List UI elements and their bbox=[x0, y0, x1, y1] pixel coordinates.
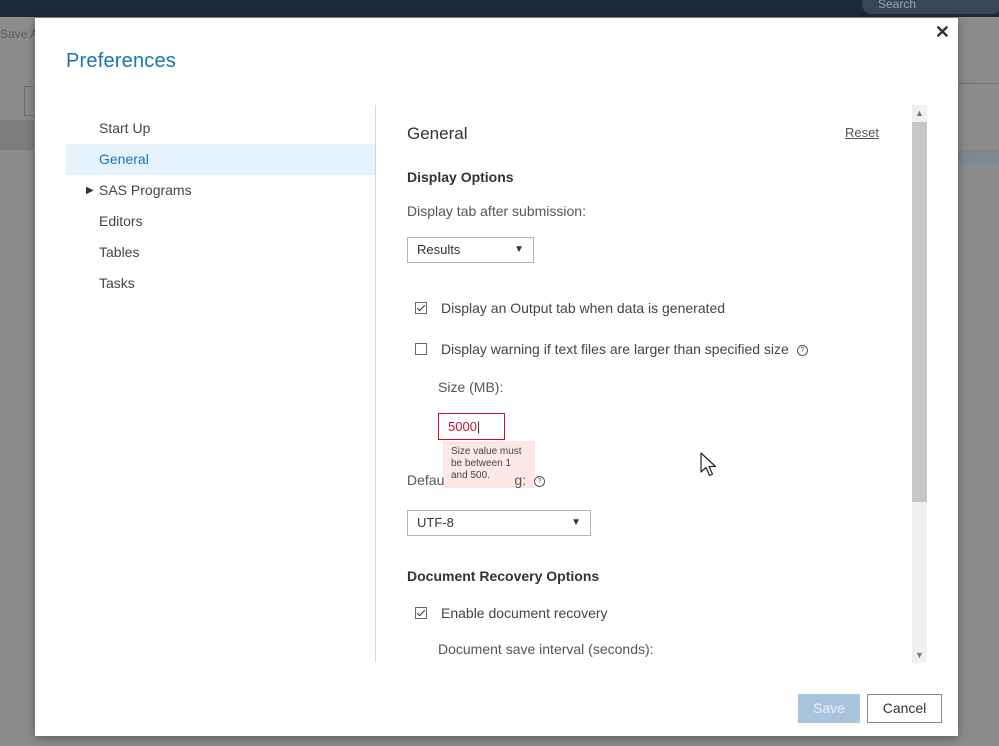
close-icon[interactable]: ✕ bbox=[935, 22, 950, 43]
display-tab-select[interactable]: Results ▼ bbox=[407, 237, 534, 263]
encoding-select[interactable]: UTF-8 ▼ bbox=[407, 510, 591, 536]
size-label: Size (MB): bbox=[438, 379, 504, 395]
nav-item-start-up[interactable]: Start Up bbox=[66, 113, 375, 144]
save-button[interactable]: Save bbox=[798, 694, 860, 723]
scroll-up-icon[interactable]: ▲ bbox=[912, 105, 927, 121]
help-icon[interactable]: ? bbox=[796, 345, 808, 356]
encoding-label-start: Defau bbox=[407, 472, 445, 488]
background-search-input: Search bbox=[862, 0, 999, 14]
dialog-title: Preferences bbox=[66, 50, 177, 72]
scroll-down-icon[interactable]: ▼ bbox=[912, 647, 927, 663]
document-recovery-checkbox[interactable] bbox=[415, 607, 427, 620]
nav-item-sas-programs[interactable]: ▶ SAS Programs bbox=[66, 175, 375, 206]
nav-item-label: Start Up bbox=[99, 120, 151, 136]
nav-item-tasks[interactable]: Tasks bbox=[66, 268, 375, 299]
nav-item-label: Tables bbox=[99, 244, 140, 260]
save-interval-label: Document save interval (seconds): bbox=[438, 641, 654, 657]
text-file-warning-checkbox[interactable] bbox=[415, 343, 427, 356]
vertical-scrollbar[interactable]: ▲ ▼ bbox=[912, 105, 927, 663]
nav-item-editors[interactable]: Editors bbox=[66, 206, 375, 237]
reset-link[interactable]: Reset bbox=[845, 125, 879, 140]
nav-item-label: SAS Programs bbox=[99, 182, 192, 198]
checkbox-label: Display warning if text files are larger… bbox=[441, 341, 789, 357]
background-app-header bbox=[0, 0, 999, 17]
nav-item-label: Tasks bbox=[99, 275, 135, 291]
background-save-as-fragment: Save A bbox=[0, 27, 39, 41]
checkbox-label: Enable document recovery bbox=[441, 605, 608, 621]
dropdown-arrow-icon: ▼ bbox=[514, 244, 524, 255]
scrollbar-thumb[interactable] bbox=[912, 122, 927, 502]
size-input[interactable]: 5000| bbox=[438, 413, 505, 440]
background-selected-row bbox=[958, 150, 999, 164]
nav-item-tables[interactable]: Tables bbox=[66, 237, 375, 268]
general-settings-panel: General Reset Display Options Display ta… bbox=[407, 108, 907, 663]
select-value: Results bbox=[417, 242, 461, 257]
mouse-cursor-icon bbox=[700, 452, 717, 477]
cancel-button[interactable]: Cancel bbox=[867, 694, 942, 723]
dropdown-arrow-icon: ▼ bbox=[571, 517, 581, 528]
preferences-dialog: ✕ Preferences Start Up General ▶ SAS Pro… bbox=[35, 18, 958, 736]
output-tab-checkbox[interactable] bbox=[415, 302, 427, 315]
display-options-heading: Display Options bbox=[407, 169, 514, 185]
nav-item-label: Editors bbox=[99, 213, 143, 229]
expand-caret-icon[interactable]: ▶ bbox=[86, 175, 94, 206]
document-recovery-checkbox-row[interactable]: Enable document recovery bbox=[415, 605, 608, 621]
size-input-value: 5000 bbox=[448, 419, 477, 434]
nav-item-general[interactable]: General bbox=[66, 144, 375, 175]
encoding-label-end: g: bbox=[514, 472, 527, 488]
background-row-fragment bbox=[0, 120, 34, 150]
panel-divider bbox=[375, 105, 376, 662]
background-divider bbox=[958, 83, 999, 84]
text-file-warning-checkbox-row[interactable]: Display warning if text files are larger… bbox=[415, 341, 808, 357]
checkbox-label: Display an Output tab when data is gener… bbox=[441, 300, 726, 316]
output-tab-checkbox-row[interactable]: Display an Output tab when data is gener… bbox=[415, 300, 725, 316]
document-recovery-heading: Document Recovery Options bbox=[407, 568, 600, 584]
encoding-label: Defau g:? bbox=[407, 472, 546, 488]
select-value: UTF-8 bbox=[417, 515, 454, 530]
help-icon[interactable]: ? bbox=[534, 476, 546, 487]
preferences-nav: Start Up General ▶ SAS Programs Editors … bbox=[66, 113, 375, 299]
nav-item-label: General bbox=[99, 151, 149, 167]
display-tab-label: Display tab after submission: bbox=[407, 203, 586, 219]
section-title: General bbox=[407, 124, 468, 143]
